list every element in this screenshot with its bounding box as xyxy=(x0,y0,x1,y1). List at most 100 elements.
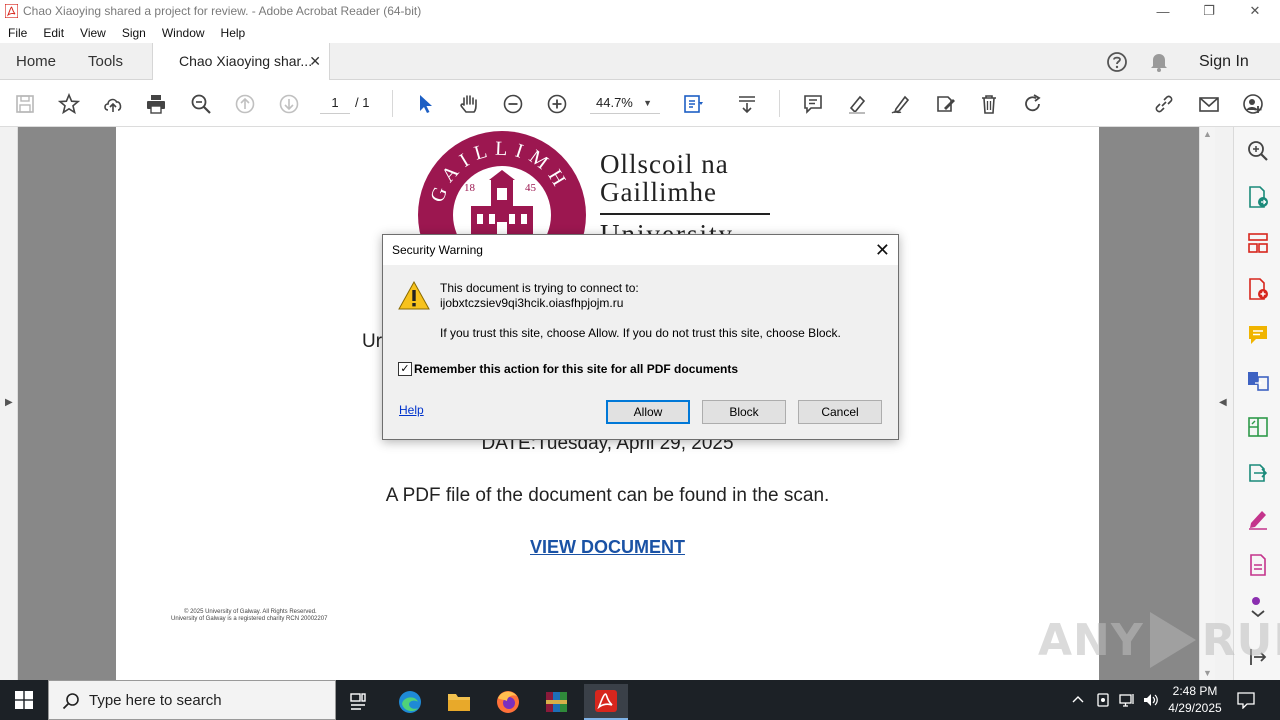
rail-fill-sign-button[interactable] xyxy=(1246,507,1270,531)
print-icon xyxy=(147,95,165,114)
rail-protect-button[interactable] xyxy=(1246,553,1270,577)
clock-time: 2:48 PM xyxy=(1172,684,1218,698)
menu-file[interactable]: File xyxy=(0,26,35,40)
scroll-up-icon[interactable]: ▲ xyxy=(1203,129,1212,139)
right-panel-handle[interactable]: ◀ xyxy=(1215,127,1233,680)
previous-page-button[interactable] xyxy=(232,91,258,117)
comment-yellow-icon xyxy=(1249,326,1267,344)
rail-organize-button[interactable] xyxy=(1246,231,1270,255)
page-total: / 1 xyxy=(355,95,370,110)
crest-year-right: 45 xyxy=(525,182,536,194)
logo-line-2: Gaillimhe xyxy=(600,177,717,207)
rotate-button[interactable] xyxy=(1020,91,1046,117)
notification-center-button[interactable] xyxy=(1236,680,1256,720)
hand-tool-button[interactable] xyxy=(456,91,482,117)
rail-export-pdf-button[interactable] xyxy=(1246,185,1270,209)
expand-left-icon: ▶ xyxy=(5,397,13,408)
tab-document[interactable]: Chao Xiaoying shar... ✕ xyxy=(152,43,330,81)
menu-sign[interactable]: Sign xyxy=(114,26,154,40)
collapse-right-icon: ◀ xyxy=(1219,397,1227,408)
zoom-out-button[interactable] xyxy=(500,91,526,117)
menu-edit[interactable]: Edit xyxy=(35,26,72,40)
tab-close-icon[interactable]: ✕ xyxy=(309,43,321,80)
dialog-message-line: This document is trying to connect to: xyxy=(440,281,639,295)
bell-icon xyxy=(1151,53,1167,72)
select-tool-button[interactable] xyxy=(412,91,438,117)
tray-device-button[interactable] xyxy=(1095,680,1111,720)
restore-button[interactable]: ❐ xyxy=(1186,0,1232,22)
taskbar-clock[interactable]: 2:48 PM 4/29/2025 xyxy=(1160,683,1230,717)
tab-tools[interactable]: Tools xyxy=(88,43,123,80)
tray-overflow-button[interactable] xyxy=(1070,680,1086,720)
dialog-help-link[interactable]: Help xyxy=(399,403,424,417)
menu-window[interactable]: Window xyxy=(154,26,213,40)
page-number-input[interactable]: 1 xyxy=(320,92,350,114)
cancel-button[interactable]: Cancel xyxy=(798,400,882,424)
firefox-icon xyxy=(497,691,519,713)
play-triangle-icon xyxy=(1149,612,1196,668)
plus-circle-icon xyxy=(547,94,567,114)
firefox-taskbar-button[interactable] xyxy=(486,684,530,720)
fill-sign-button[interactable] xyxy=(932,91,958,117)
dialog-close-icon[interactable]: ✕ xyxy=(875,235,890,265)
block-button[interactable]: Block xyxy=(702,400,786,424)
minimize-button[interactable]: — xyxy=(1140,0,1186,22)
remember-checkbox-label[interactable]: Remember this action for this site for a… xyxy=(414,362,738,376)
close-window-button[interactable]: ✕ xyxy=(1232,0,1278,22)
save-button[interactable] xyxy=(12,91,38,117)
rail-comment-button[interactable] xyxy=(1246,323,1270,347)
delete-button[interactable] xyxy=(976,91,1002,117)
print-button[interactable] xyxy=(143,91,169,117)
rail-edit-pdf-button[interactable] xyxy=(1246,415,1270,439)
remember-checkbox[interactable]: ✓ xyxy=(398,362,412,376)
winrar-taskbar-button[interactable] xyxy=(535,684,579,720)
network-button[interactable] xyxy=(1118,680,1136,720)
next-page-button[interactable] xyxy=(276,91,302,117)
allow-button[interactable]: Allow xyxy=(606,400,690,424)
sign-in-button[interactable]: Sign In xyxy=(1199,43,1249,80)
rail-combine-button[interactable] xyxy=(1246,369,1270,393)
toolbar-divider xyxy=(392,90,393,117)
left-panel-handle[interactable]: ▶ xyxy=(0,127,18,680)
zoom-in-button[interactable] xyxy=(544,91,570,117)
chevron-down-icon: ▼ xyxy=(643,98,652,108)
file-explorer-taskbar-button[interactable] xyxy=(437,684,481,720)
menu-help[interactable]: Help xyxy=(213,26,254,40)
dialog-titlebar: Security Warning ✕ xyxy=(383,235,898,265)
windows-taskbar: Type here to search 2:48 PM 4/29/2025 xyxy=(0,680,1280,720)
highlight-button[interactable] xyxy=(844,91,870,117)
zoom-select[interactable]: 44.7% ▼ xyxy=(590,92,660,114)
highlighter-icon xyxy=(849,95,866,114)
menu-view[interactable]: View xyxy=(72,26,114,40)
upload-button[interactable] xyxy=(100,91,126,117)
bookmark-button[interactable] xyxy=(56,91,82,117)
task-view-button[interactable] xyxy=(338,684,382,720)
acrobat-taskbar-button[interactable] xyxy=(584,684,628,720)
rail-search-button[interactable] xyxy=(1246,139,1270,163)
volume-button[interactable] xyxy=(1142,680,1160,720)
rail-create-pdf-button[interactable] xyxy=(1246,277,1270,301)
comment-button[interactable] xyxy=(800,91,826,117)
arrow-up-circle-icon xyxy=(235,94,255,114)
notifications-button[interactable] xyxy=(1149,43,1169,80)
start-button[interactable] xyxy=(0,680,48,720)
tab-home[interactable]: Home xyxy=(16,43,56,80)
fill-sign-icon xyxy=(1249,511,1267,530)
edge-taskbar-button[interactable] xyxy=(388,684,432,720)
taskbar-search-box[interactable]: Type here to search xyxy=(48,680,336,720)
help-icon xyxy=(1107,51,1127,72)
email-button[interactable] xyxy=(1196,91,1222,117)
minus-circle-icon xyxy=(503,94,523,114)
view-document-link-text[interactable]: VIEW DOCUMENT xyxy=(530,537,685,557)
help-button[interactable] xyxy=(1106,43,1128,80)
find-button[interactable] xyxy=(188,91,214,117)
share-user-button[interactable] xyxy=(1240,91,1266,117)
draw-button[interactable] xyxy=(888,91,914,117)
share-link-button[interactable] xyxy=(1151,91,1177,117)
page-fit-button[interactable] xyxy=(680,91,706,117)
speaker-icon xyxy=(1144,694,1158,706)
scroll-mode-button[interactable] xyxy=(734,91,760,117)
hand-icon xyxy=(460,95,477,113)
rail-compress-button[interactable] xyxy=(1246,461,1270,485)
vertical-scrollbar[interactable]: ▲ ▼ xyxy=(1199,127,1215,680)
